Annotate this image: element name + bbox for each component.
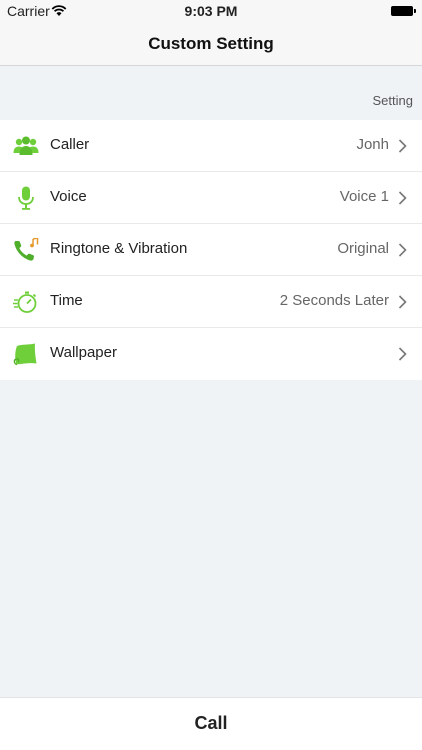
section-header-label: Setting [372, 93, 413, 108]
row-caller[interactable]: Caller Jonh [0, 120, 422, 172]
row-voice[interactable]: Voice Voice 1 [0, 172, 422, 224]
row-label: Caller [50, 136, 90, 153]
row-ringtone-vibration[interactable]: Ringtone & Vibration Original [0, 224, 422, 276]
status-time: 9:03 PM [184, 3, 238, 19]
phone-music-icon [13, 237, 39, 262]
status-bar: Carrier 9:03 PM [0, 0, 422, 22]
call-button[interactable]: Call [0, 697, 422, 750]
row-value: Voice 1 [339, 188, 389, 205]
battery-icon [391, 6, 416, 16]
row-label: Ringtone & Vibration [50, 240, 188, 257]
microphone-icon [13, 186, 39, 210]
row-value: Original [337, 240, 389, 257]
settings-list: Caller Jonh Voice Voice 1 Ringtone & Vib… [0, 120, 422, 380]
row-wallpaper[interactable]: Wallpaper [0, 328, 422, 380]
chevron-right-icon [398, 295, 407, 309]
section-header: Setting [0, 66, 422, 120]
row-value: 2 Seconds Later [279, 292, 389, 309]
chevron-right-icon [398, 347, 407, 361]
wallpaper-icon [13, 342, 39, 366]
row-label: Voice [50, 188, 87, 205]
people-icon [13, 134, 39, 158]
chevron-right-icon [398, 191, 407, 205]
page-title: Custom Setting [148, 34, 274, 53]
navigation-bar: Custom Setting [0, 22, 422, 66]
chevron-right-icon [398, 139, 407, 153]
row-label: Time [50, 292, 83, 309]
row-time[interactable]: Time 2 Seconds Later [0, 276, 422, 328]
row-label: Wallpaper [50, 344, 117, 361]
stopwatch-icon [13, 290, 39, 314]
call-button-label: Call [194, 713, 228, 733]
row-value: Jonh [356, 136, 389, 153]
chevron-right-icon [398, 243, 407, 257]
